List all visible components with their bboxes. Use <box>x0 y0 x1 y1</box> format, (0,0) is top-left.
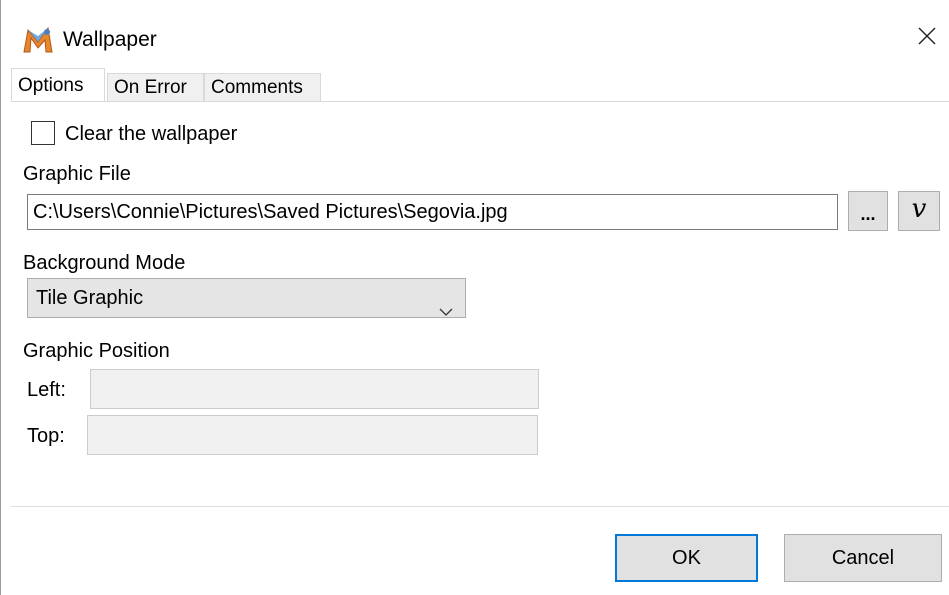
background-mode-label: Background Mode <box>23 252 186 274</box>
background-mode-value: Tile Graphic <box>36 287 144 309</box>
graphic-file-label: Graphic File <box>23 163 131 185</box>
top-label: Top: <box>27 425 65 447</box>
cancel-button[interactable]: Cancel <box>784 534 942 582</box>
tab-on-error-label: On Error <box>114 77 187 98</box>
clear-wallpaper-checkbox[interactable] <box>31 121 55 145</box>
tab-comments-label: Comments <box>211 77 303 98</box>
clear-wallpaper-label[interactable]: Clear the wallpaper <box>65 121 237 147</box>
background-mode-select[interactable]: Tile Graphic <box>27 278 466 318</box>
graphic-file-input[interactable]: C:\Users\Connie\Pictures\Saved Pictures\… <box>27 194 838 230</box>
chevron-down-icon <box>439 292 453 316</box>
cancel-button-label: Cancel <box>831 546 895 569</box>
browse-button-label: ... <box>860 203 876 224</box>
window-title: Wallpaper <box>63 28 157 51</box>
graphic-position-label: Graphic Position <box>23 340 170 362</box>
tab-comments[interactable]: Comments <box>204 73 321 102</box>
ok-button[interactable]: OK <box>615 534 758 582</box>
left-label: Left: <box>27 379 66 401</box>
wallpaper-dialog: Wallpaper Options On Error Comments Clea… <box>0 0 949 595</box>
tab-on-error[interactable]: On Error <box>107 73 204 102</box>
macro-m-icon <box>22 26 54 54</box>
close-icon <box>917 26 937 51</box>
title-bar[interactable]: Wallpaper <box>1 0 949 66</box>
variable-icon: v <box>911 194 927 224</box>
tab-options[interactable]: Options <box>11 68 105 101</box>
footer-separator <box>11 506 949 507</box>
browse-button[interactable]: ... <box>848 191 888 231</box>
left-input[interactable] <box>90 369 539 409</box>
top-input[interactable] <box>87 415 538 455</box>
insert-variable-button[interactable]: v <box>898 191 940 231</box>
ok-button-label: OK <box>672 546 701 569</box>
tab-strip: Options On Error Comments <box>11 68 949 102</box>
tab-options-label: Options <box>18 75 84 96</box>
close-button[interactable] <box>904 16 949 60</box>
